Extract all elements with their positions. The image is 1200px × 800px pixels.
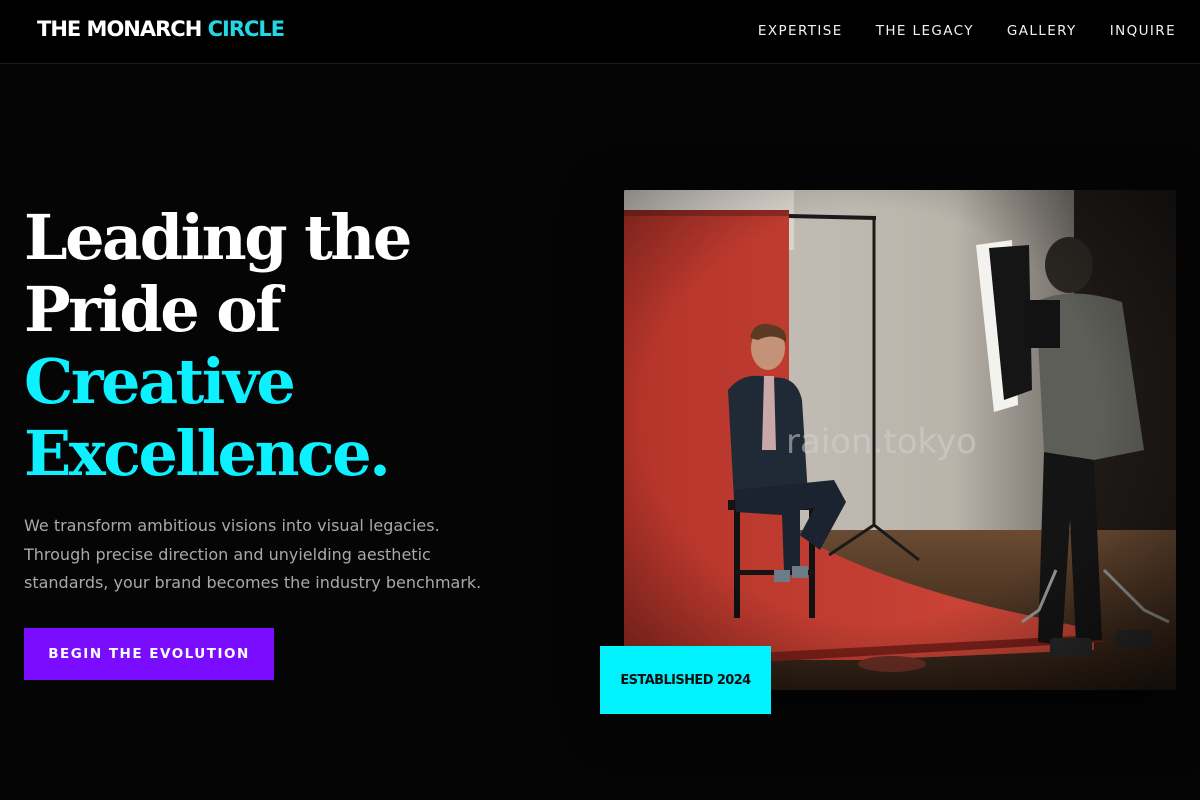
site-header: THE MONARCH CIRCLE EXPERTISE THE LEGACY … [0,0,1200,64]
hero-title-line: Leading the [24,201,412,274]
hero-title-line: Pride of [24,273,282,346]
photo-watermark: raion.tokyo [786,422,977,462]
main-nav: EXPERTISE THE LEGACY GALLERY INQUIRE [758,23,1176,39]
brand-name-main: THE MONARCH [37,17,202,41]
hero-subtitle: We transform ambitious visions into visu… [24,512,544,598]
hero-title: Leading the Pride of Creative Excellence… [24,201,412,490]
hero-title-line-accent: Creative [24,345,296,418]
nav-item-inquire[interactable]: INQUIRE [1110,23,1176,39]
landing-page: THE MONARCH CIRCLE EXPERTISE THE LEGACY … [0,0,1200,800]
brand-name-accent: CIRCLE [207,17,286,41]
hero-subtitle-line: We transform ambitious visions into visu… [24,516,440,535]
hero-subtitle-line: standards, your brand becomes the indust… [24,573,482,592]
nav-item-the-legacy[interactable]: THE LEGACY [876,23,974,39]
nav-item-gallery[interactable]: GALLERY [1007,23,1077,39]
hero-photo: raion.tokyo [624,190,1176,690]
nav-item-expertise[interactable]: EXPERTISE [758,23,843,39]
brand-logo[interactable]: THE MONARCH CIRCLE [37,17,286,41]
established-badge: ESTABLISHED 2024 [600,646,771,714]
begin-evolution-button[interactable]: BEGIN THE EVOLUTION [24,628,274,680]
hero-title-line-accent: Excellence. [24,417,391,490]
hero-subtitle-line: Through precise direction and unyielding… [24,544,431,564]
